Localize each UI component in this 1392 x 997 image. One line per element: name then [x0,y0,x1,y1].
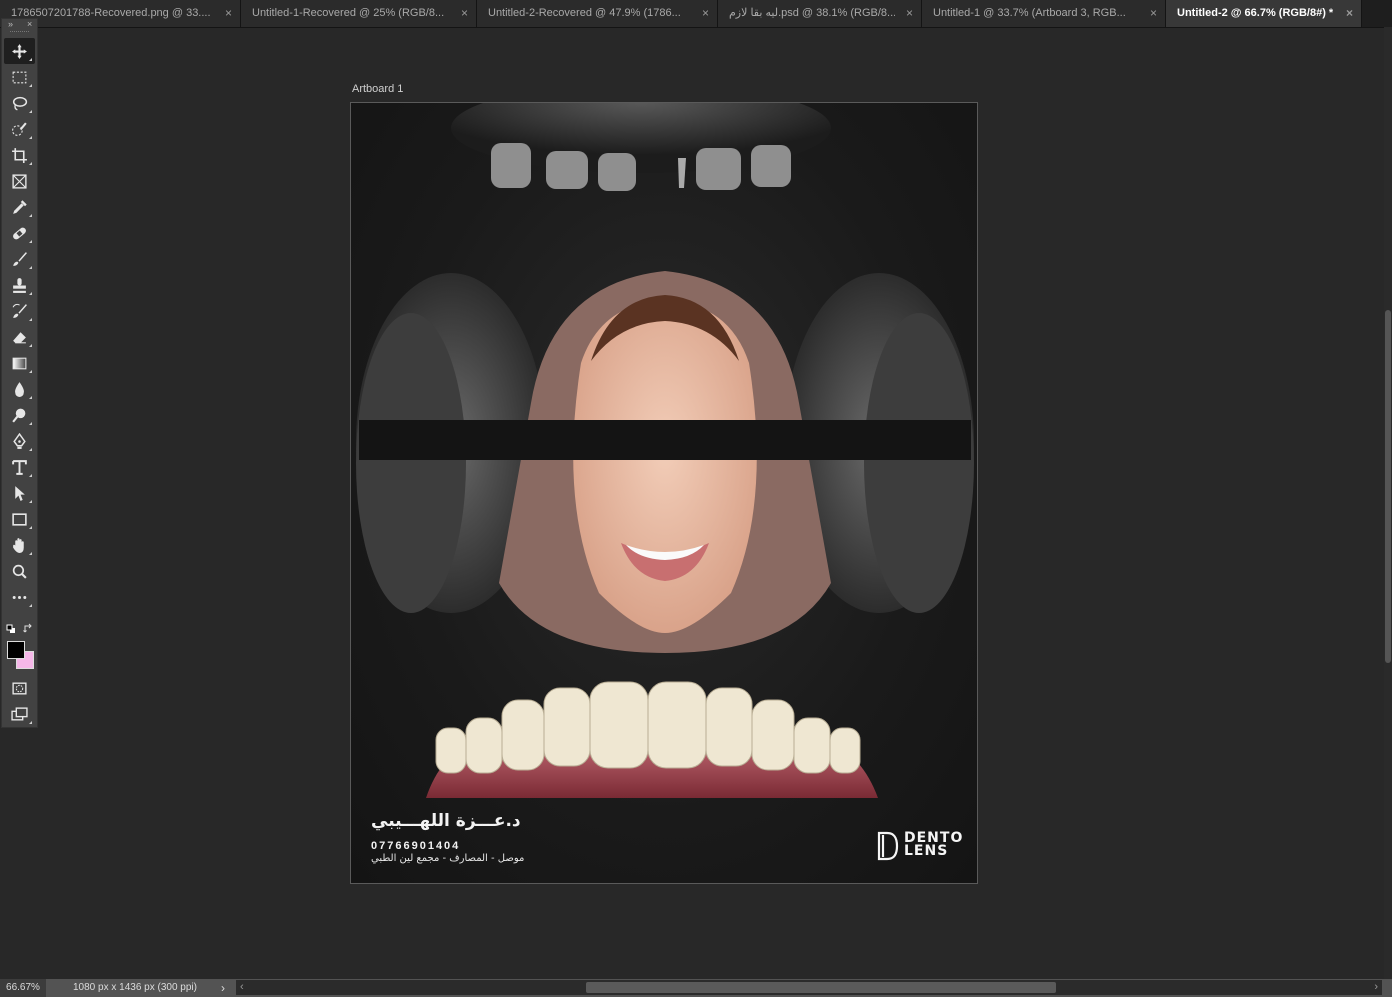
before-teeth-image [451,103,831,191]
quick-selection-icon [12,121,27,136]
clone-stamp-tool[interactable] [4,272,35,298]
frame-tool[interactable] [4,168,35,194]
eraser-tool[interactable] [4,324,35,350]
close-icon[interactable]: × [1346,0,1353,27]
hand-icon [13,537,24,553]
bandage-icon [13,227,26,239]
move-tool[interactable] [4,38,35,64]
type-icon [12,459,27,475]
doctor-phone: 07766901404 [371,840,461,852]
tab-label: ليه بقا لازم.psd @ 38.1% (RGB/8... [729,7,895,19]
document-tab-bar: 1786507201788-Recovered.png @ 33.... × U… [0,0,1392,28]
dodge-icon [12,408,26,423]
hand-tool[interactable] [4,532,35,558]
quick-mask-button[interactable] [4,675,35,701]
quick-selection-tool[interactable] [4,116,35,142]
logo-line-2: LENS [904,843,949,859]
horizontal-scrollbar[interactable]: ‹ › [236,980,1382,995]
blur-tool[interactable] [4,376,35,402]
screen-mode-button[interactable] [4,701,35,727]
status-menu-arrow-icon[interactable]: › [221,979,225,997]
horizontal-scroll-thumb[interactable] [586,982,1056,993]
document-tab-3[interactable]: Untitled-2-Recovered @ 47.9% (1786... × [477,0,718,27]
drop-icon [15,381,24,397]
zoom-tool[interactable] [4,558,35,584]
artboard-label[interactable]: Artboard 1 [352,83,403,95]
document-tab-5[interactable]: Untitled-1 @ 33.7% (Artboard 3, RGB... × [922,0,1166,27]
lasso-icon [12,96,28,111]
close-icon[interactable]: × [27,19,32,29]
tab-label: Untitled-2-Recovered @ 47.9% (1786... [488,7,681,19]
after-teeth-image [426,681,878,798]
history-brush-tool[interactable] [4,298,35,324]
close-icon[interactable]: × [461,0,468,27]
crop-icon [12,147,27,163]
arrow-pointer-icon [15,485,25,501]
tools-panel: » × [1,18,38,728]
tab-label: Untitled-1-Recovered @ 25% (RGB/8... [252,7,445,19]
artboard[interactable]: د.عـــزة اللهـــيبي 07766901404 موصل - ا… [350,102,978,884]
pen-icon [13,432,26,449]
scroll-left-icon[interactable]: ‹ [240,980,244,995]
black-eye-band [359,420,971,460]
eyedropper-icon [13,199,27,214]
tools-panel-header: » × [2,19,37,31]
doctor-name: د.عـــزة اللهـــيبي [371,811,521,831]
lasso-tool[interactable] [4,90,35,116]
healing-brush-tool[interactable] [4,220,35,246]
document-tab-4[interactable]: ليه بقا لازم.psd @ 38.1% (RGB/8... × [718,0,922,27]
swap-colors-icon[interactable] [23,623,34,634]
crop-tool[interactable] [4,142,35,168]
edit-toolbar-button[interactable] [4,584,35,610]
rectangle-tool[interactable] [4,506,35,532]
stamp-icon [13,277,26,293]
foreground-color-swatch[interactable] [7,641,25,659]
document-tab-2[interactable]: Untitled-1-Recovered @ 25% (RGB/8... × [241,0,477,27]
document-info[interactable]: 1080 px x 1436 px (300 ppi) [73,979,197,997]
gradient-icon [12,357,27,369]
tab-label: Untitled-1 @ 33.7% (Artboard 3, RGB... [933,7,1126,19]
collapse-icon[interactable]: » [8,19,13,29]
dodge-tool[interactable] [4,402,35,428]
panel-grip[interactable] [10,31,29,38]
type-tool[interactable] [4,454,35,480]
close-icon[interactable]: × [1150,0,1157,27]
close-icon[interactable]: × [702,0,709,27]
rectangle-icon [12,512,27,526]
rectangular-marquee-icon [12,71,27,83]
screen-mode-icon [11,706,28,721]
document-tab-6-active[interactable]: Untitled-2 @ 66.7% (RGB/8#) * × [1166,0,1362,27]
eyedropper-tool[interactable] [4,194,35,220]
zoom-level-field[interactable]: 66.67% [0,979,46,997]
doctor-address: موصل - المصارف - مجمع لين الطبي [371,853,525,864]
brush-tool[interactable] [4,246,35,272]
scroll-right-icon[interactable]: › [1374,980,1378,995]
magnifier-icon [12,564,27,579]
pen-tool[interactable] [4,428,35,454]
vertical-scroll-thumb[interactable] [1385,310,1391,663]
quick-mask-icon [12,681,27,695]
frame-icon [12,173,27,189]
close-icon[interactable]: × [906,0,913,27]
move-icon [12,43,27,59]
dento-lens-logo: DENTO LENS [877,827,967,861]
tab-label: 1786507201788-Recovered.png @ 33.... [11,7,211,19]
brush-icon [13,251,27,266]
tab-label: Untitled-2 @ 66.7% (RGB/8#) * [1177,7,1334,19]
vertical-scrollbar[interactable] [1384,27,1392,979]
gradient-tool[interactable] [4,350,35,376]
marquee-tool[interactable] [4,64,35,90]
history-brush-icon [12,303,27,318]
ellipsis-icon [12,595,27,599]
path-selection-tool[interactable] [4,480,35,506]
default-colors-icon[interactable] [6,624,16,634]
eraser-icon [13,331,26,343]
logo-mark-icon [877,831,899,861]
close-icon[interactable]: × [225,0,232,27]
